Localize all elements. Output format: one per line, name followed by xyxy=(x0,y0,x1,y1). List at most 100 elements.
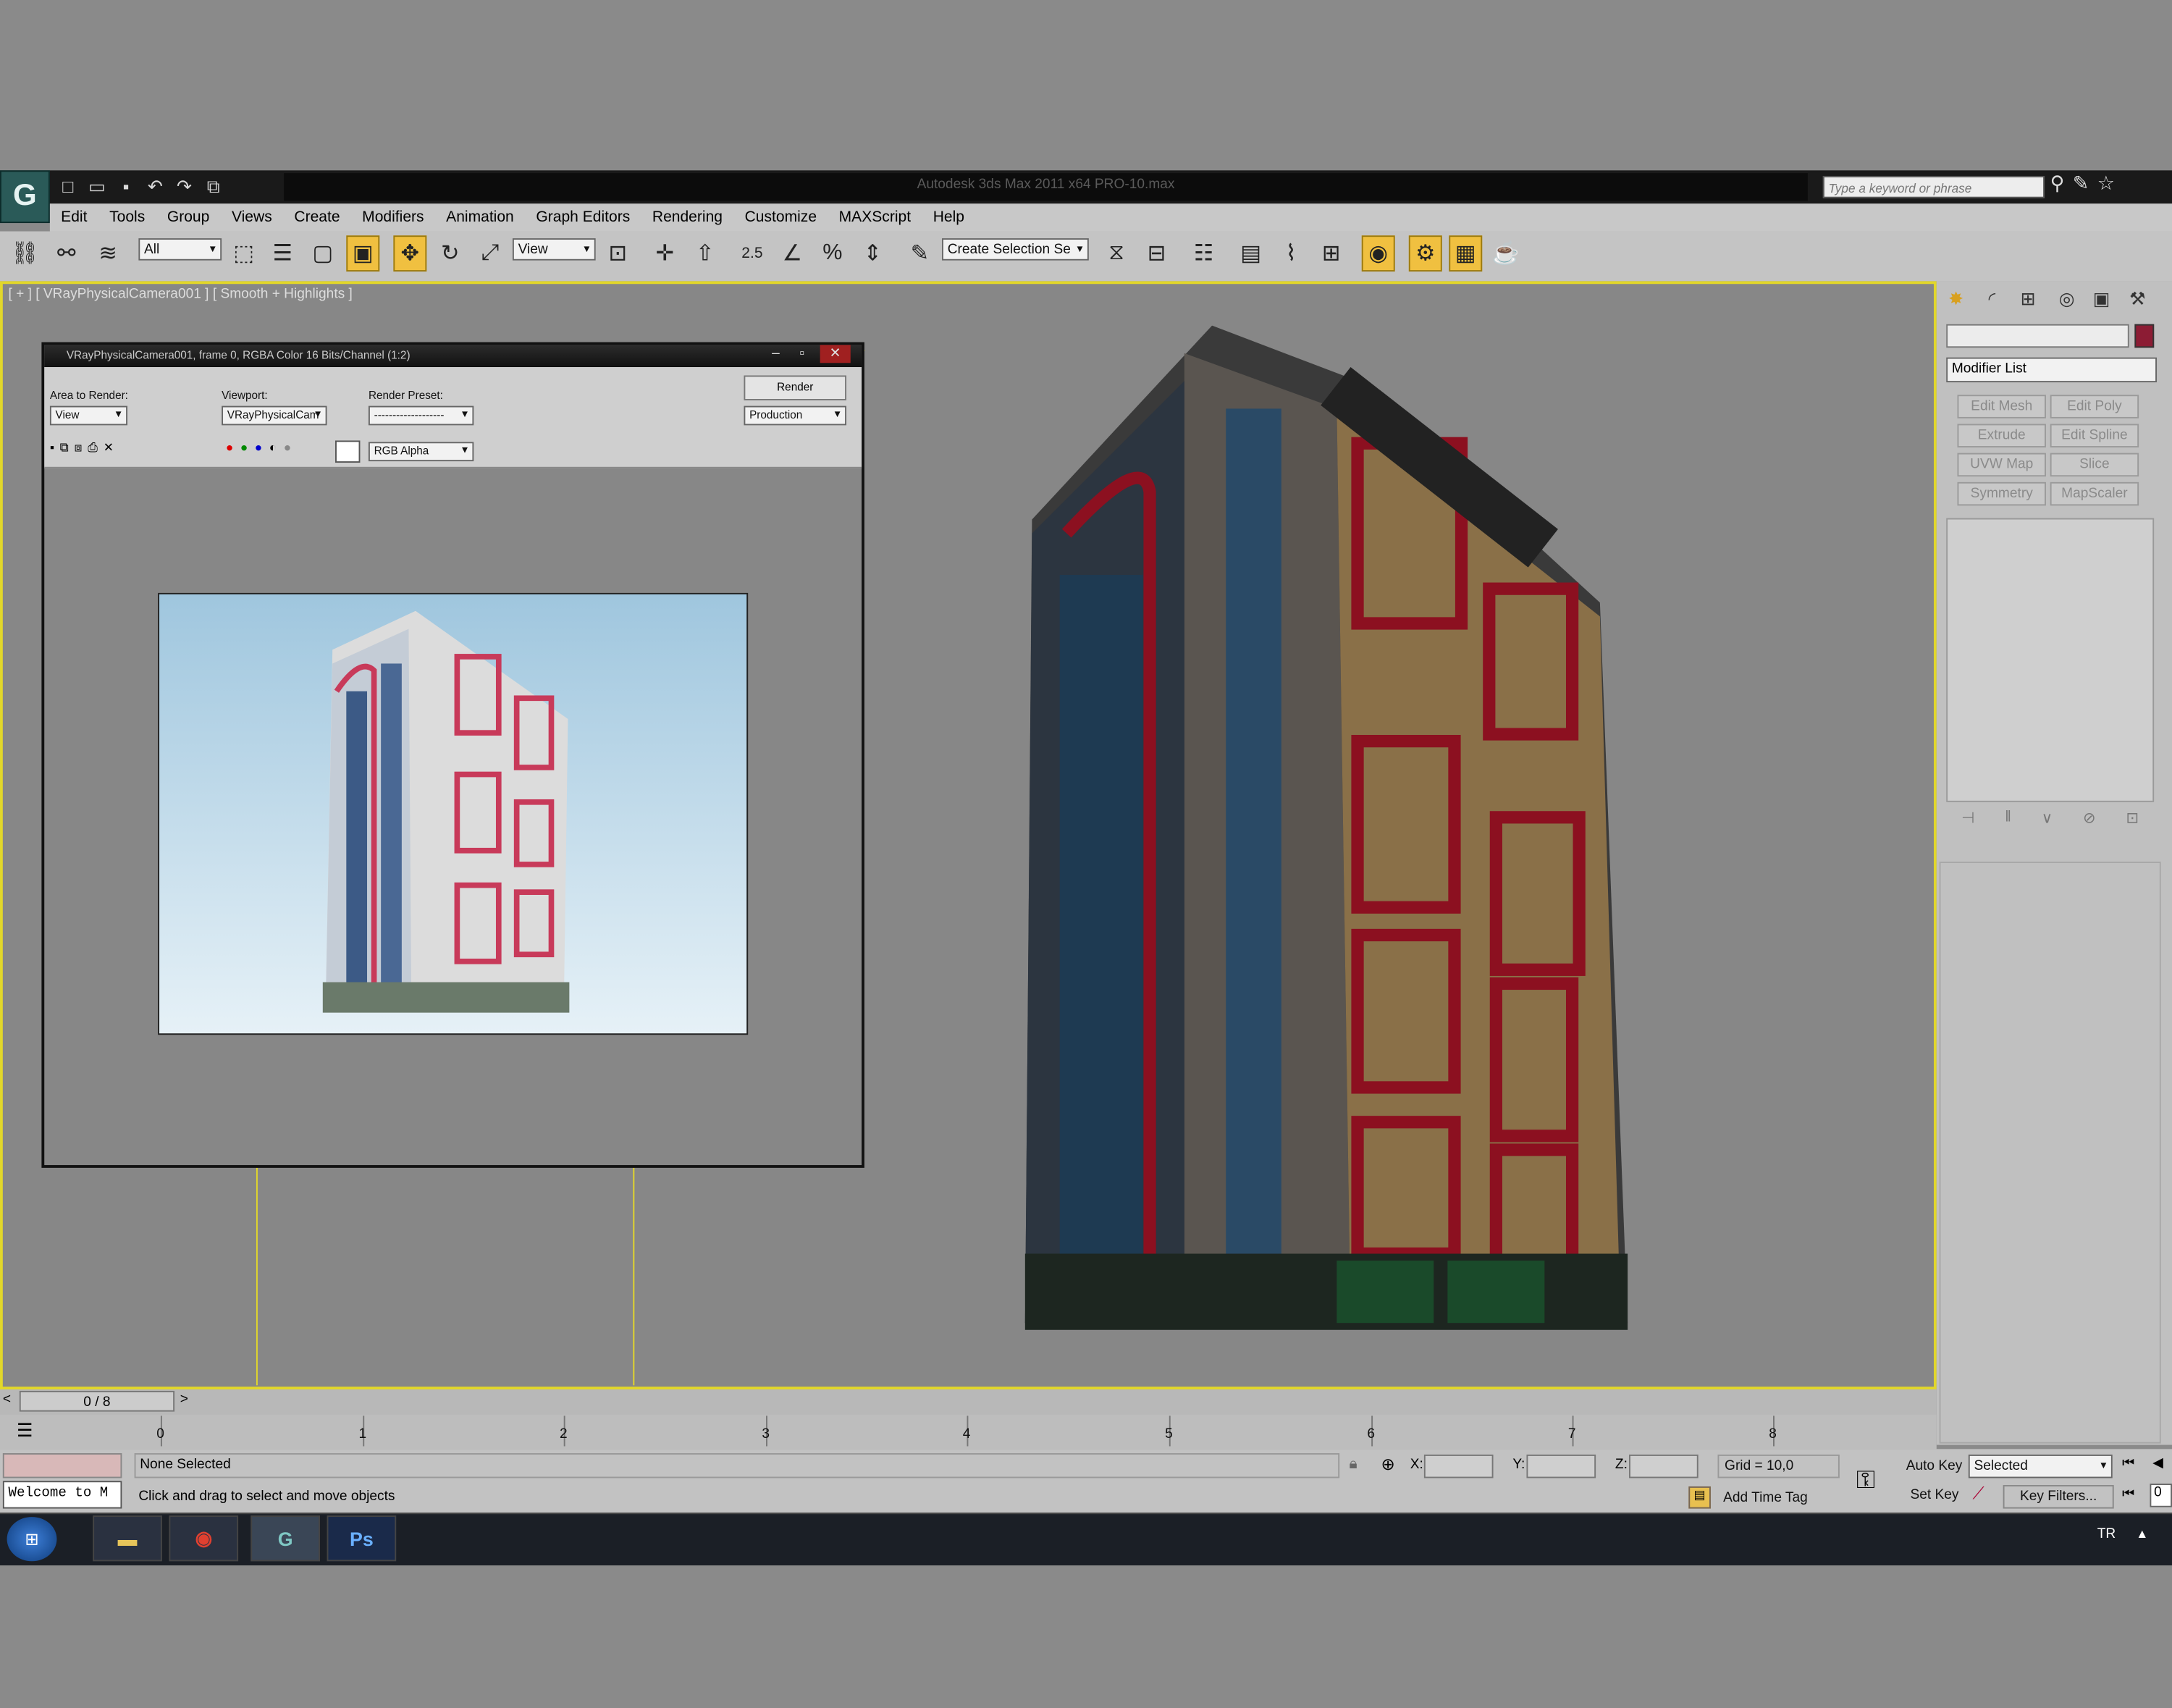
3dsmax-taskbar-icon[interactable]: G xyxy=(251,1515,320,1562)
x-coordinate-field[interactable] xyxy=(1423,1454,1494,1478)
slice-button[interactable]: Slice xyxy=(2050,453,2139,477)
current-frame-field[interactable]: 0 xyxy=(2150,1484,2172,1507)
ref-coord-dropdown[interactable]: View xyxy=(512,238,596,262)
save-image-icon[interactable]: ▪ xyxy=(50,440,54,455)
maxscript-mini-listener[interactable]: Welcome to M xyxy=(2,1481,122,1509)
auto-key-button[interactable]: Auto Key xyxy=(1906,1459,1963,1474)
close-icon[interactable]: ✕ xyxy=(820,345,851,363)
area-to-render-dropdown[interactable]: View xyxy=(49,405,128,426)
set-key-button[interactable]: Set Key xyxy=(1910,1488,1958,1503)
key-filters-button[interactable]: Key Filters... xyxy=(2003,1485,2114,1509)
mapscaler-button[interactable]: MapScaler xyxy=(2050,481,2139,506)
selection-filter-dropdown[interactable]: All xyxy=(138,238,222,262)
snaps-toggle-icon[interactable]: 2.5 xyxy=(736,235,769,272)
hierarchy-tab-icon[interactable]: ⊞ xyxy=(2013,285,2043,313)
mirror-icon[interactable]: ⧖ xyxy=(1100,235,1133,272)
menu-tools[interactable]: Tools xyxy=(98,209,156,226)
print-icon[interactable]: ⎙ xyxy=(88,440,98,455)
select-move-icon[interactable]: ✥ xyxy=(393,235,427,272)
menu-animation[interactable]: Animation xyxy=(435,209,525,226)
named-selection-dropdown[interactable]: Create Selection Se xyxy=(942,238,1089,262)
copy-image-icon[interactable]: ⧉ xyxy=(60,440,69,455)
bind-spacewarp-icon[interactable]: ≋ xyxy=(91,235,125,272)
lock-selection-icon[interactable]: 🔒︎ xyxy=(1350,1456,1358,1474)
layer-manager-icon[interactable]: ☷ xyxy=(1187,235,1221,272)
rect-selection-icon[interactable]: ▢ xyxy=(306,235,340,272)
alpha-channel-icon[interactable]: ◐ xyxy=(269,440,277,454)
symmetry-button[interactable]: Symmetry xyxy=(1957,481,2046,506)
window-crossing-icon[interactable]: ▣ xyxy=(346,235,380,272)
building-model[interactable] xyxy=(1018,325,1634,1337)
photoshop-taskbar-icon[interactable]: Ps xyxy=(327,1515,397,1562)
prev-key-icon[interactable]: ◀ xyxy=(2152,1456,2163,1471)
modifier-list-dropdown[interactable]: Modifier List xyxy=(1946,357,2158,383)
key-selection-dropdown[interactable]: Selected xyxy=(1968,1454,2113,1478)
project-folder-icon[interactable]: ⧉ xyxy=(201,174,225,199)
modifier-stack[interactable] xyxy=(1946,518,2155,802)
align-icon[interactable]: ⊟ xyxy=(1140,235,1174,272)
slider-next-icon[interactable]: > xyxy=(180,1392,188,1408)
rendered-frame-window-icon[interactable]: ▦ xyxy=(1449,235,1483,272)
render-window-title-bar[interactable]: VRayPhysicalCamera001, frame 0, RGBA Col… xyxy=(44,345,862,368)
maxscript-listener-mini[interactable] xyxy=(2,1453,122,1478)
menu-help[interactable]: Help xyxy=(922,209,975,226)
star-icon[interactable]: ☆ xyxy=(2097,172,2115,195)
extrude-button[interactable]: Extrude xyxy=(1957,424,2046,447)
new-file-icon[interactable]: □ xyxy=(56,174,80,199)
production-dropdown[interactable]: Production xyxy=(744,405,847,426)
unlink-icon[interactable]: ⚯ xyxy=(50,235,83,272)
keyboard-shortcut-icon[interactable]: ⇧ xyxy=(689,235,722,272)
maximize-icon[interactable]: ▫ xyxy=(787,345,817,363)
menu-rendering[interactable]: Rendering xyxy=(641,209,734,226)
graphite-ribbon-icon[interactable]: ▤ xyxy=(1234,235,1268,272)
configure-sets-icon[interactable]: ⊡ xyxy=(2126,809,2139,836)
viewport-label[interactable]: [ + ] [ VRayPhysicalCamera001 ] [ Smooth… xyxy=(8,287,352,302)
select-manipulate-icon[interactable]: ✛ xyxy=(648,235,681,272)
channel-display-dropdown[interactable]: RGB Alpha xyxy=(368,442,474,462)
start-button-icon[interactable]: ⊞ xyxy=(7,1517,57,1562)
save-icon[interactable]: ▪ xyxy=(114,174,138,199)
object-name-field[interactable] xyxy=(1946,324,2129,348)
open-file-icon[interactable]: ▭ xyxy=(85,174,109,199)
mini-curve-editor-icon[interactable]: ☰ xyxy=(17,1420,33,1442)
menu-group[interactable]: Group xyxy=(156,209,221,226)
prev-frame-icon[interactable]: ⏮ xyxy=(2122,1486,2134,1502)
menu-customize[interactable]: Customize xyxy=(733,209,828,226)
explorer-taskbar-icon[interactable]: ▬ xyxy=(93,1515,162,1562)
menu-graph-editors[interactable]: Graph Editors xyxy=(525,209,641,226)
clone-window-icon[interactable]: ⧈ xyxy=(75,440,83,455)
render-preset-dropdown[interactable]: ------------------- xyxy=(368,405,474,426)
display-tab-icon[interactable]: ▣ xyxy=(2086,285,2116,313)
set-key-icon[interactable]: ⚿ xyxy=(1856,1465,1875,1494)
edit-poly-button[interactable]: Edit Poly xyxy=(2050,395,2139,418)
app-menu-icon[interactable]: G xyxy=(0,170,50,224)
remove-modifier-icon[interactable]: ⊘ xyxy=(2083,809,2096,836)
make-unique-icon[interactable]: ∨ xyxy=(2042,809,2053,836)
color-swatch[interactable] xyxy=(335,440,361,463)
percent-snap-icon[interactable]: % xyxy=(816,235,849,272)
uvw-map-button[interactable]: UVW Map xyxy=(1957,453,2046,477)
menu-maxscript[interactable]: MAXScript xyxy=(828,209,922,226)
green-channel-icon[interactable]: ● xyxy=(240,440,248,454)
curve-editor-icon[interactable]: ⌇ xyxy=(1274,235,1308,272)
spinner-snap-icon[interactable]: ⇕ xyxy=(856,235,889,272)
slider-prev-icon[interactable]: < xyxy=(3,1392,11,1408)
binoculars-icon[interactable]: ⚲ xyxy=(2050,172,2065,195)
select-by-name-icon[interactable]: ☰ xyxy=(266,235,299,272)
edit-spline-button[interactable]: Edit Spline xyxy=(2050,424,2139,447)
time-tag-icon[interactable]: ▤ xyxy=(1688,1486,1711,1509)
undo-icon[interactable]: ↶ xyxy=(143,174,167,199)
menu-edit[interactable]: Edit xyxy=(50,209,98,226)
object-color-swatch[interactable] xyxy=(2134,324,2155,348)
menu-views[interactable]: Views xyxy=(221,209,283,226)
mono-icon[interactable]: ● xyxy=(284,440,291,454)
red-channel-icon[interactable]: ● xyxy=(226,440,233,454)
material-editor-icon[interactable]: ◉ xyxy=(1361,235,1395,272)
show-end-result-icon[interactable]: ‖ xyxy=(2005,809,2011,836)
scale-icon[interactable]: ⤢ xyxy=(473,235,507,272)
modify-tab-icon[interactable]: ◜ xyxy=(1977,285,2007,313)
y-coordinate-field[interactable] xyxy=(1526,1454,1596,1478)
edit-mesh-button[interactable]: Edit Mesh xyxy=(1957,395,2046,418)
render-production-icon[interactable]: ☕ xyxy=(1489,235,1523,272)
redo-icon[interactable]: ↷ xyxy=(172,174,196,199)
